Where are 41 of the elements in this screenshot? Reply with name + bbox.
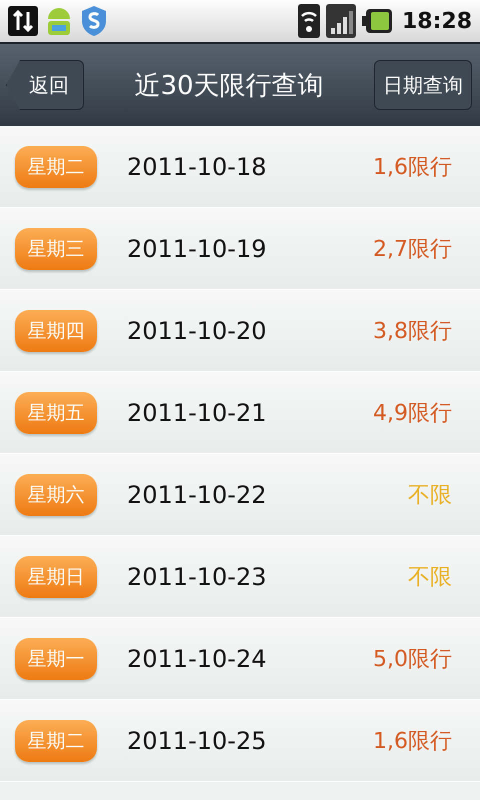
list-row[interactable]: 星期二 2011-10-25 1,6限行 — [0, 700, 480, 782]
weekday-badge: 星期五 — [15, 392, 97, 434]
date-text: 2011-10-23 — [127, 562, 268, 590]
screen-title: 近30天限行查询 — [134, 70, 324, 102]
shield-icon — [80, 4, 108, 38]
date-text: 2011-10-18 — [127, 152, 268, 180]
list-row[interactable]: 星期五 2011-10-21 4,9限行 — [0, 372, 480, 454]
date-text: 2011-10-20 — [127, 316, 268, 344]
weekday-badge: 星期日 — [15, 556, 97, 598]
date-text: 2011-10-25 — [127, 726, 268, 754]
battery-icon — [362, 8, 392, 34]
weekday-badge: 星期二 — [15, 146, 97, 188]
restriction-text: 1,6限行 — [373, 728, 452, 756]
restriction-text: 不限 — [408, 564, 452, 592]
wifi-icon — [298, 4, 320, 38]
weekday-badge: 星期四 — [15, 310, 97, 352]
date-text: 2011-10-21 — [127, 398, 268, 426]
restriction-text: 5,0限行 — [373, 646, 452, 674]
weekday-badge: 星期二 — [15, 720, 97, 762]
list-row[interactable]: 星期二 2011-10-18 1,6限行 — [0, 126, 480, 208]
list-row[interactable]: 星期六 2011-10-22 不限 — [0, 454, 480, 536]
restriction-text: 不限 — [408, 482, 452, 510]
date-query-button[interactable]: 日期查询 — [374, 60, 472, 110]
date-text: 2011-10-19 — [127, 234, 268, 262]
signal-icon — [326, 4, 356, 38]
back-button[interactable]: 返回 — [6, 60, 84, 110]
restriction-text: 3,8限行 — [373, 318, 452, 346]
restriction-text: 4,9限行 — [373, 400, 452, 428]
list-row[interactable]: 星期一 2011-10-24 5,0限行 — [0, 618, 480, 700]
list-row[interactable]: 星期三 2011-10-19 2,7限行 — [0, 208, 480, 290]
weekday-badge: 星期六 — [15, 474, 97, 516]
date-text: 2011-10-24 — [127, 644, 268, 672]
clock-time: 18:28 — [402, 8, 472, 34]
date-text: 2011-10-22 — [127, 480, 268, 508]
list-row[interactable]: 星期四 2011-10-20 3,8限行 — [0, 290, 480, 372]
restriction-text: 1,6限行 — [373, 154, 452, 182]
restriction-text: 2,7限行 — [373, 236, 452, 264]
list-row[interactable]: 星期日 2011-10-23 不限 — [0, 536, 480, 618]
data-transfer-icon — [8, 6, 38, 36]
weekday-badge: 星期一 — [15, 638, 97, 680]
weekday-badge: 星期三 — [15, 228, 97, 270]
